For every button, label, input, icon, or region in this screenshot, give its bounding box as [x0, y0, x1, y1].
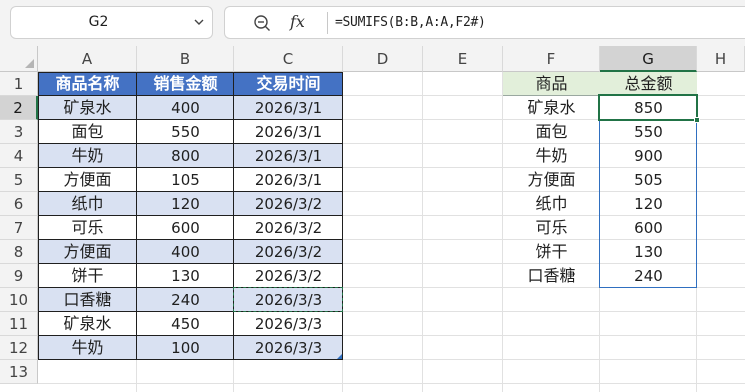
sales-table-cell[interactable]: 130	[137, 264, 234, 288]
row-header-1[interactable]: 1	[0, 72, 38, 96]
sales-table-cell[interactable]: 口香糖	[38, 288, 137, 312]
sales-table-cell[interactable]: 矿泉水	[38, 312, 137, 336]
sales-table-cell[interactable]: 2026/3/2	[234, 240, 343, 264]
table-border-vertical	[342, 72, 343, 360]
sales-table-cell[interactable]: 纸巾	[38, 192, 137, 216]
sales-table-cell[interactable]: 450	[137, 312, 234, 336]
table-border-horizontal	[38, 359, 343, 360]
formula-bar-divider	[327, 12, 328, 34]
sales-table-cell[interactable]: 牛奶	[38, 144, 137, 168]
column-header-a[interactable]: A	[38, 46, 137, 72]
column-header-e[interactable]: E	[423, 46, 503, 72]
table-border-horizontal	[38, 263, 343, 264]
sales-table-header-cell[interactable]: 销售金额	[137, 72, 234, 96]
sales-table-cell[interactable]: 可乐	[38, 216, 137, 240]
name-box[interactable]: G2	[10, 6, 213, 39]
table-border-vertical	[136, 72, 137, 360]
sales-table-cell[interactable]: 2026/3/3	[234, 336, 343, 360]
column-header-c[interactable]: C	[234, 46, 343, 72]
sales-table-header-cell[interactable]: 交易时间	[234, 72, 343, 96]
gridline-horizontal	[38, 383, 745, 384]
formula-input[interactable]: =SUMIFS(B:B,A:A,F2#)	[335, 7, 486, 38]
sales-table-cell[interactable]: 120	[137, 192, 234, 216]
formula-bar[interactable]: fx =SUMIFS(B:B,A:A,F2#)	[224, 6, 745, 39]
select-all-triangle-icon[interactable]	[25, 59, 34, 68]
sales-table-cell[interactable]: 牛奶	[38, 336, 137, 360]
spill-range-outline	[599, 95, 697, 288]
zoom-out-icon[interactable]	[253, 14, 271, 32]
column-header-d[interactable]: D	[343, 46, 423, 72]
summary-table-header-cell[interactable]: 总金额	[600, 72, 697, 96]
table-border-horizontal	[38, 191, 343, 192]
insert-function-icon[interactable]: fx	[290, 12, 305, 32]
sales-table-cell[interactable]: 2026/3/2	[234, 192, 343, 216]
table-border-horizontal	[38, 95, 343, 96]
table-border-vertical	[38, 72, 39, 360]
summary-table-cell[interactable]: 可乐	[503, 216, 600, 240]
sales-table-cell[interactable]: 2026/3/3	[234, 312, 343, 336]
row-header-6[interactable]: 6	[0, 192, 38, 216]
sales-table-cell[interactable]: 方便面	[38, 168, 137, 192]
sales-table-cell[interactable]: 2026/3/1	[234, 120, 343, 144]
table-border-horizontal	[38, 72, 343, 73]
sales-table-cell[interactable]: 800	[137, 144, 234, 168]
sales-table-cell[interactable]: 饼干	[38, 264, 137, 288]
sales-table-cell[interactable]: 2026/3/1	[234, 144, 343, 168]
sales-table-cell[interactable]: 2026/3/2	[234, 264, 343, 288]
table-border-vertical	[233, 72, 234, 360]
column-header-h[interactable]: H	[697, 46, 745, 72]
sales-table-cell[interactable]: 240	[137, 288, 234, 312]
sales-table-cell[interactable]: 矿泉水	[38, 96, 137, 120]
sales-table-cell[interactable]: 400	[137, 240, 234, 264]
row-header-7[interactable]: 7	[0, 216, 38, 240]
table-border-horizontal	[38, 215, 343, 216]
sales-table-cell[interactable]: 2026/3/1	[234, 96, 343, 120]
chevron-down-icon[interactable]	[192, 15, 206, 29]
row-header-2[interactable]: 2	[0, 96, 38, 120]
sales-table-cell[interactable]: 2026/3/1	[234, 168, 343, 192]
sales-table-header-cell[interactable]: 商品名称	[38, 72, 137, 96]
row-header-11[interactable]: 11	[0, 312, 38, 336]
copy-marquee	[233, 287, 343, 312]
row-header-10[interactable]: 10	[0, 288, 38, 312]
sales-table-cell[interactable]: 2026/3/2	[234, 216, 343, 240]
summary-table-cell[interactable]: 牛奶	[503, 144, 600, 168]
fill-handle[interactable]	[694, 117, 700, 123]
column-header-g[interactable]: G	[600, 46, 697, 72]
formula-toolbar: G2 fx =SUMIFS(B:B,A:A,F2#)	[0, 0, 745, 46]
table-border-horizontal	[38, 167, 343, 168]
row-header-5[interactable]: 5	[0, 168, 38, 192]
summary-table-cell[interactable]: 口香糖	[503, 264, 600, 288]
select-all-button[interactable]	[0, 46, 38, 72]
column-header-b[interactable]: B	[137, 46, 234, 72]
table-border-horizontal	[38, 143, 343, 144]
summary-table-cell[interactable]: 方便面	[503, 168, 600, 192]
row-header-4[interactable]: 4	[0, 144, 38, 168]
row-header-9[interactable]: 9	[0, 264, 38, 288]
sales-table-cell[interactable]: 550	[137, 120, 234, 144]
sales-table-cell[interactable]: 面包	[38, 120, 137, 144]
sales-table-cell[interactable]: 方便面	[38, 240, 137, 264]
sales-table-cell[interactable]: 100	[137, 336, 234, 360]
summary-table-cell[interactable]: 矿泉水	[503, 96, 600, 120]
table-border-horizontal	[38, 335, 343, 336]
table-border-horizontal	[38, 239, 343, 240]
sales-table-cell[interactable]: 600	[137, 216, 234, 240]
table-resize-handle[interactable]	[337, 354, 342, 359]
column-header-f[interactable]: F	[503, 46, 600, 72]
sales-table-cell[interactable]: 400	[137, 96, 234, 120]
active-cell-selection[interactable]	[598, 94, 698, 121]
summary-table-cell[interactable]: 面包	[503, 120, 600, 144]
summary-table-cell[interactable]: 饼干	[503, 240, 600, 264]
summary-table-cell[interactable]: 纸巾	[503, 192, 600, 216]
gridline-vertical	[422, 72, 423, 392]
sales-table-cell[interactable]: 105	[137, 168, 234, 192]
row-header-8[interactable]: 8	[0, 240, 38, 264]
table-border-horizontal	[38, 119, 343, 120]
name-box-value[interactable]: G2	[11, 7, 186, 38]
row-header-13[interactable]: 13	[0, 360, 38, 384]
row-header-12[interactable]: 12	[0, 336, 38, 360]
summary-table-header-cell[interactable]: 商品	[503, 72, 600, 96]
row-header-3[interactable]: 3	[0, 120, 38, 144]
